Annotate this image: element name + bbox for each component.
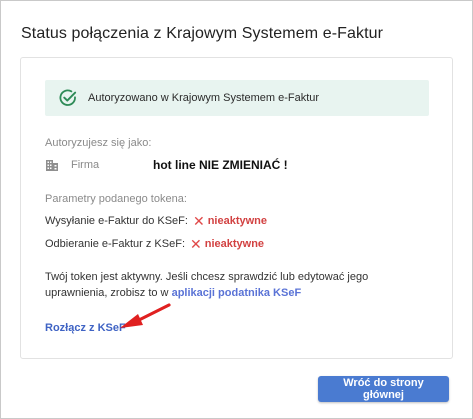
entity-type: Firma bbox=[71, 159, 100, 171]
permission-receive: Odbieranie e-Faktur z KSeF: ✕ nieaktywne bbox=[45, 236, 265, 252]
permission-send: Wysyłanie e-Faktur do KSeF: ✕ nieaktywne bbox=[45, 213, 267, 229]
token-info: Twój token jest aktywny. Jeśli chcesz sp… bbox=[45, 269, 429, 301]
check-circle-icon bbox=[59, 89, 77, 106]
dialog-title: Status połączenia z Krajowym Systemem e-… bbox=[21, 25, 384, 42]
disconnect-link[interactable]: Rozłącz z KSeF bbox=[45, 322, 126, 334]
success-alert: Autoryzowano w Krajowym Systemem e-Faktu… bbox=[45, 80, 429, 116]
red-arrow-annotation bbox=[120, 303, 171, 328]
x-icon: ✕ bbox=[190, 236, 202, 252]
status-card: Autoryzowano w Krajowym Systemem e-Faktu… bbox=[20, 57, 453, 359]
permission-status: nieaktywne bbox=[204, 238, 265, 250]
ksef-app-link[interactable]: aplikacji podatnika KSeF bbox=[172, 287, 302, 299]
permission-label: Odbieranie e-Faktur z KSeF: bbox=[45, 238, 186, 250]
token-params-label: Parametry podanego tokena: bbox=[45, 193, 187, 205]
permission-label: Wysyłanie e-Faktur do KSeF: bbox=[45, 215, 188, 227]
entity-name: hot line NIE ZMIENIAĆ ! bbox=[153, 158, 288, 172]
entity-row: Firma hot line NIE ZMIENIAĆ ! bbox=[45, 157, 288, 173]
back-to-home-button[interactable]: Wróć do strony głównej bbox=[318, 376, 449, 402]
auth-label: Autoryzujesz się jako: bbox=[45, 137, 152, 149]
permission-status: nieaktywne bbox=[207, 215, 267, 227]
x-icon: ✕ bbox=[192, 213, 205, 229]
building-icon bbox=[46, 160, 58, 171]
alert-text: Autoryzowano w Krajowym Systemem e-Faktu… bbox=[88, 92, 320, 104]
